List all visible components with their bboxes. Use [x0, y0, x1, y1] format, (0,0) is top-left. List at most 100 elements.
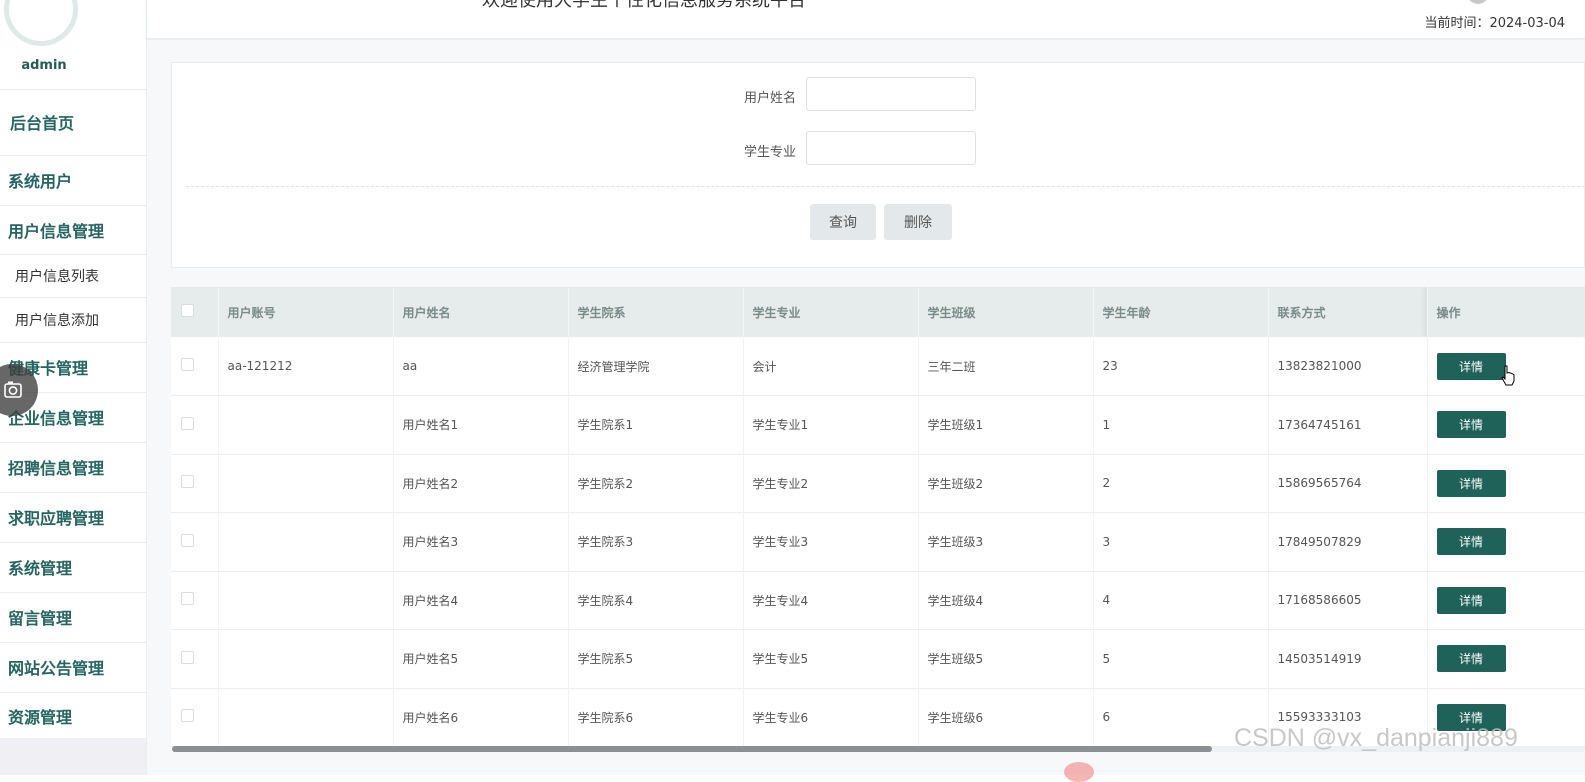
- table-cell: 学生专业4: [743, 571, 919, 630]
- username-search-input[interactable]: [806, 77, 976, 111]
- table-cell: 学生班级2: [918, 454, 1094, 513]
- horizontal-scrollbar[interactable]: [172, 746, 1212, 752]
- sidebar-item-recruitment[interactable]: 招聘信息管理: [0, 442, 146, 491]
- table-header-row: 用户账号 用户姓名 学生院系 学生专业 学生班级 学生年龄 联系方式 操作: [171, 287, 1585, 337]
- row-checkbox[interactable]: [181, 416, 194, 430]
- row-select-cell[interactable]: [171, 688, 219, 747]
- detail-button[interactable]: 详情: [1436, 528, 1506, 556]
- table-cell: 学生院系6: [568, 688, 744, 747]
- table-cell: [218, 688, 394, 747]
- delete-button[interactable]: 删除: [884, 204, 952, 240]
- username: admin: [21, 58, 67, 73]
- query-button[interactable]: 查询: [810, 204, 876, 240]
- row-select-cell[interactable]: [171, 629, 219, 688]
- detail-button[interactable]: 详情: [1436, 645, 1506, 673]
- table-row: 用户姓名1 学生院系1 学生专业1 学生班级1 1 17364745161 详情: [171, 395, 1585, 454]
- table-cell: 用户姓名2: [393, 454, 569, 513]
- table-cell: 用户姓名1: [393, 395, 569, 454]
- sidebar-item-home[interactable]: 后台首页: [0, 89, 146, 154]
- select-all-cell[interactable]: [171, 287, 219, 337]
- table-cell: 1: [1093, 395, 1269, 454]
- row-checkbox[interactable]: [181, 533, 194, 547]
- detail-button[interactable]: 详情: [1436, 469, 1506, 497]
- row-select-cell[interactable]: [171, 395, 219, 454]
- table-row: aa-121212 aa 经济管理学院 会计 三年二班 23 13823821000 详情: [171, 337, 1585, 396]
- sidebar-item-messages[interactable]: 留言管理: [0, 592, 146, 641]
- table-cell: 经济管理学院: [568, 337, 744, 396]
- column-header: 联系方式: [1268, 287, 1428, 337]
- column-header: 操作: [1427, 287, 1585, 337]
- detail-button[interactable]: 详情: [1436, 352, 1506, 380]
- table-cell: 学生院系1: [568, 395, 744, 454]
- row-select-cell[interactable]: [171, 512, 219, 571]
- sidebar-item-system-manage[interactable]: 系统管理: [0, 542, 146, 591]
- table-cell: 23: [1093, 337, 1269, 396]
- user-avatar-icon[interactable]: [1467, 0, 1489, 4]
- user-table: 用户账号 用户姓名 学生院系 学生专业 学生班级 学生年龄 联系方式 操作 aa…: [171, 287, 1585, 749]
- table-cell: 2: [1093, 454, 1269, 513]
- row-checkbox[interactable]: [181, 592, 194, 606]
- table-cell: 15869565764: [1268, 454, 1428, 513]
- column-header: 用户账号: [218, 287, 394, 337]
- top-header: 欢迎使用大学生个性化信息服务系统平台 当前时间：2024-03-04: [147, 0, 1585, 39]
- row-select-cell[interactable]: [171, 337, 219, 396]
- row-select-cell[interactable]: [171, 454, 219, 513]
- column-header: 学生院系: [568, 287, 744, 337]
- column-header: 学生班级: [918, 287, 1094, 337]
- major-search-input[interactable]: [806, 131, 976, 165]
- action-cell: 详情: [1427, 454, 1585, 513]
- table-cell: 学生院系3: [568, 512, 744, 571]
- table-cell: 学生专业6: [743, 688, 919, 747]
- detail-button[interactable]: 详情: [1436, 411, 1506, 439]
- table-cell: 17364745161: [1268, 395, 1428, 454]
- table-cell: 17849507829: [1268, 512, 1428, 571]
- table-row: 用户姓名4 学生院系4 学生专业4 学生班级4 4 17168586605 详情: [171, 571, 1585, 630]
- mouse-pointer-icon: [1500, 365, 1516, 391]
- action-cell: 详情: [1427, 571, 1585, 630]
- table-cell: 学生专业1: [743, 395, 919, 454]
- table-cell: 5: [1093, 629, 1269, 688]
- table-cell: 学生专业5: [743, 629, 919, 688]
- sidebar-item-system-users[interactable]: 系统用户: [0, 155, 146, 204]
- detail-button[interactable]: 详情: [1436, 586, 1506, 614]
- divider: [186, 186, 1585, 187]
- sidebar-subitem-user-list[interactable]: 用户信息列表: [0, 254, 146, 297]
- major-label: 学生专业: [743, 145, 796, 160]
- table-cell: 3: [1093, 512, 1269, 571]
- table-cell: 4: [1093, 571, 1269, 630]
- row-checkbox[interactable]: [181, 475, 194, 489]
- action-cell: 详情: [1427, 512, 1585, 571]
- row-checkbox[interactable]: [181, 358, 194, 371]
- sidebar-subitem-user-add[interactable]: 用户信息添加: [0, 297, 146, 341]
- sidebar-item-resources[interactable]: 资源管理: [0, 692, 146, 738]
- table-cell: aa: [393, 337, 569, 396]
- sidebar-item-user-info[interactable]: 用户信息管理: [0, 205, 146, 254]
- row-select-cell[interactable]: [171, 571, 219, 630]
- row-checkbox[interactable]: [181, 650, 194, 664]
- sidebar-item-announcements[interactable]: 网站公告管理: [0, 642, 146, 691]
- action-cell: 详情: [1427, 395, 1585, 454]
- table-cell: 用户姓名6: [393, 688, 569, 747]
- select-all-checkbox[interactable]: [181, 304, 194, 317]
- table-row: 用户姓名2 学生院系2 学生专业2 学生班级2 2 15869565764 详情: [171, 454, 1585, 513]
- watermark: CSDN @vx_danpianji889: [1234, 724, 1518, 752]
- sidebar-item-job-application[interactable]: 求职应聘管理: [0, 492, 146, 541]
- table-cell: aa-121212: [218, 337, 394, 396]
- table-cell: 学生专业3: [743, 512, 919, 571]
- table-cell: 13823821000: [1268, 337, 1428, 396]
- avatar[interactable]: [4, 0, 78, 46]
- row-checkbox[interactable]: [181, 709, 194, 723]
- column-header: 学生年龄: [1093, 287, 1269, 337]
- table-cell: [218, 454, 394, 513]
- table-cell: [218, 395, 394, 454]
- table-cell: 三年二班: [918, 337, 1094, 396]
- table-cell: 学生院系2: [568, 454, 744, 513]
- column-header: 用户姓名: [393, 287, 569, 337]
- action-cell: 详情: [1427, 629, 1585, 688]
- table-cell: 学生专业2: [743, 454, 919, 513]
- table-row: 用户姓名3 学生院系3 学生专业3 学生班级3 3 17849507829 详情: [171, 512, 1585, 571]
- table-cell: 学生班级6: [918, 688, 1094, 747]
- table-cell: 学生班级4: [918, 571, 1094, 630]
- current-time: 当前时间：2024-03-04: [1424, 16, 1565, 31]
- table-cell: [218, 571, 394, 630]
